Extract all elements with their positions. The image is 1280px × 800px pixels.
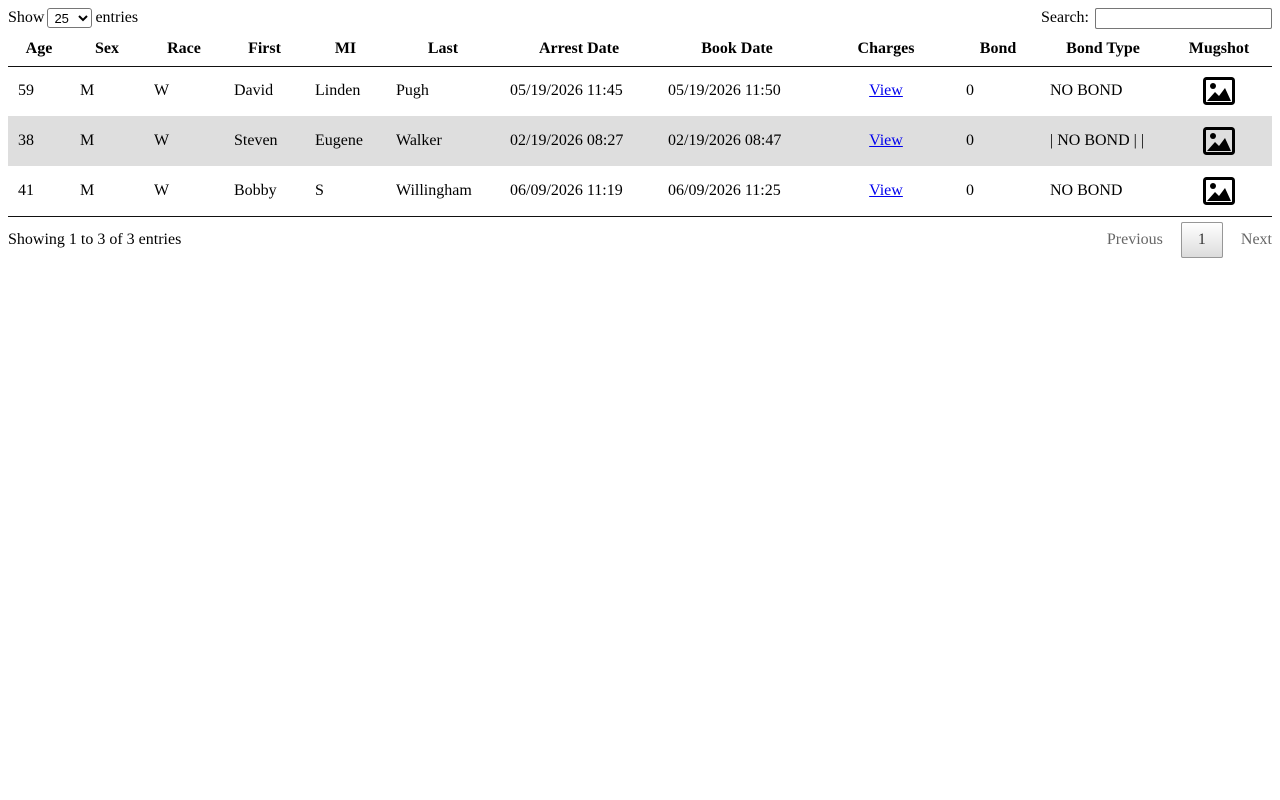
table-footer: Showing 1 to 3 of 3 entries Previous 1 N… — [8, 221, 1272, 259]
table-info: Showing 1 to 3 of 3 entries — [8, 230, 182, 248]
cell-arrest-date: 02/19/2026 08:27 — [510, 132, 624, 149]
header-bond-type[interactable]: Bond Type — [1040, 32, 1166, 67]
cell-mi: Eugene — [315, 132, 363, 149]
table-header-row: Age Sex Race First MI Last Arrest Date B… — [8, 32, 1272, 67]
table-row: 38 M W Steven Eugene Walker 02/19/2026 0… — [8, 116, 1272, 166]
search-input[interactable] — [1095, 7, 1272, 29]
view-charges-link[interactable]: View — [869, 82, 903, 99]
entries-per-page-select[interactable]: 25 — [47, 8, 93, 28]
inmate-table: Age Sex Race First MI Last Arrest Date B… — [8, 32, 1272, 217]
cell-bond: 0 — [956, 166, 1040, 217]
image-icon[interactable] — [1203, 127, 1235, 155]
entries-label: entries — [95, 9, 139, 26]
cell-race: W — [154, 82, 170, 100]
header-book-date[interactable]: Book Date — [658, 32, 816, 67]
cell-mi: Linden — [315, 82, 361, 100]
header-mi[interactable]: MI — [305, 32, 386, 67]
cell-race: W — [144, 166, 224, 217]
view-charges-link[interactable]: View — [869, 182, 903, 199]
cell-charges: View — [816, 166, 956, 217]
search-control: Search: — [1041, 7, 1272, 29]
show-label: Show — [8, 9, 45, 26]
cell-bond: 0 — [966, 82, 974, 100]
image-icon[interactable] — [1203, 176, 1235, 205]
next-page-button[interactable]: Next — [1223, 223, 1272, 257]
page-1-button[interactable]: 1 — [1180, 221, 1223, 258]
cell-charges: View — [816, 66, 956, 116]
cell-mi: S — [305, 166, 386, 217]
cell-arrest-date: 06/09/2026 11:19 — [500, 166, 658, 217]
cell-bond-type: | NO BOND | | — [1050, 132, 1145, 149]
cell-age: 59 — [18, 82, 34, 100]
cell-age: 38 — [18, 132, 34, 149]
cell-sex: M — [80, 82, 95, 100]
header-race[interactable]: Race — [144, 32, 224, 67]
table-row: 41 M W Bobby S Willingham 06/09/2026 11:… — [8, 166, 1272, 217]
header-age[interactable]: Age — [8, 32, 70, 67]
cell-mugshot — [1166, 66, 1272, 116]
table-controls: Show 25 entries Search: — [8, 6, 1272, 30]
cell-book-date: 02/19/2026 08:47 — [668, 132, 782, 149]
cell-charges: View — [816, 116, 956, 166]
cell-mugshot — [1166, 116, 1272, 166]
pagination: Previous 1 Next — [1089, 221, 1272, 258]
cell-last: Willingham — [386, 166, 500, 217]
header-last[interactable]: Last — [386, 32, 500, 67]
cell-first: David — [234, 82, 274, 100]
cell-age: 41 — [8, 166, 70, 217]
inmate-table-wrapper: Show 25 entries Search: Age Sex Race Fir… — [8, 6, 1272, 259]
header-first[interactable]: First — [224, 32, 305, 67]
view-charges-link[interactable]: View — [869, 132, 903, 149]
table-row: 59 M W David Linden Pugh 05/19/2026 11:4… — [8, 66, 1272, 116]
header-bond[interactable]: Bond — [956, 32, 1040, 67]
cell-book-date: 06/09/2026 11:25 — [658, 166, 816, 217]
cell-first: Steven — [234, 132, 278, 149]
cell-last: Pugh — [396, 82, 429, 100]
cell-mugshot — [1166, 166, 1272, 217]
header-sex[interactable]: Sex — [70, 32, 144, 67]
header-mugshot[interactable]: Mugshot — [1166, 32, 1272, 67]
cell-bond-type: NO BOND — [1040, 166, 1166, 217]
cell-bond-type: NO BOND — [1050, 82, 1123, 100]
entries-length-control: Show 25 entries — [8, 8, 138, 28]
image-icon[interactable] — [1203, 77, 1235, 106]
cell-sex: M — [70, 166, 144, 217]
cell-race: W — [154, 132, 170, 149]
cell-bond: 0 — [966, 132, 974, 149]
search-label: Search: — [1041, 9, 1089, 26]
previous-page-button[interactable]: Previous — [1089, 223, 1181, 257]
header-arrest-date[interactable]: Arrest Date — [500, 32, 658, 67]
cell-last: Walker — [396, 132, 442, 149]
cell-first: Bobby — [224, 166, 305, 217]
header-charges[interactable]: Charges — [816, 32, 956, 67]
cell-arrest-date: 05/19/2026 11:45 — [510, 82, 623, 100]
cell-book-date: 05/19/2026 11:50 — [668, 82, 781, 100]
cell-sex: M — [80, 132, 95, 149]
